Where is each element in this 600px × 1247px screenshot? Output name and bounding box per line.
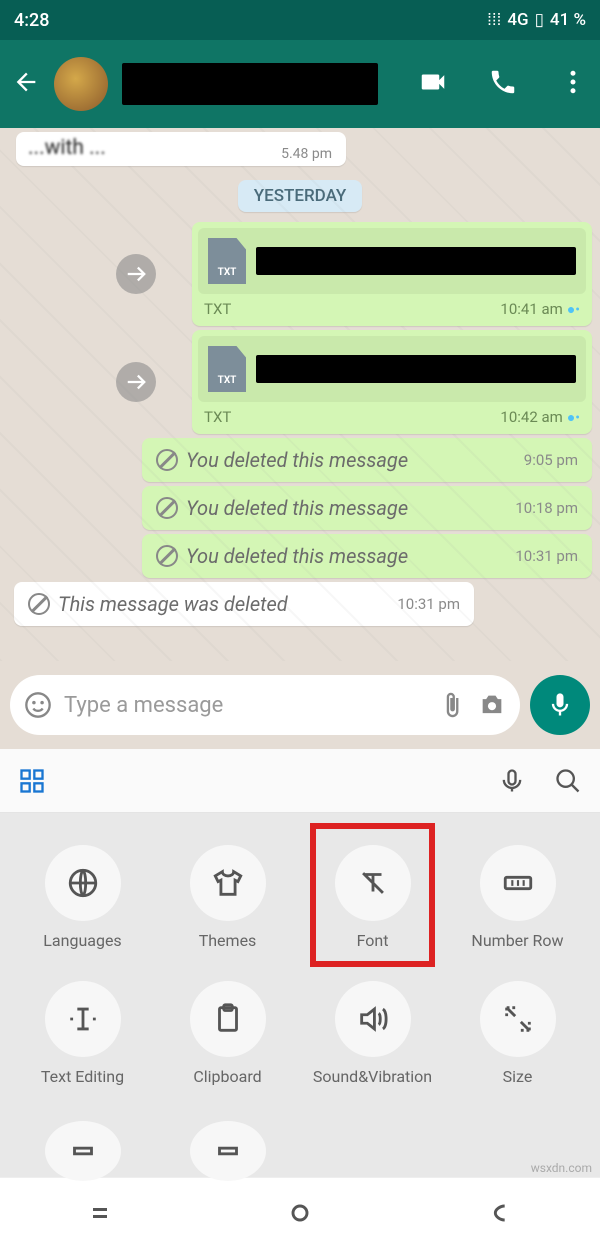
globe-icon (66, 866, 100, 900)
file-message[interactable]: TXT TXT 10:42 am ●• (192, 330, 592, 434)
file-ext: TXT (204, 408, 231, 426)
text-cursor-icon (66, 1002, 100, 1036)
back-button[interactable] (12, 68, 40, 100)
forward-button[interactable] (116, 362, 156, 402)
voice-type-icon[interactable] (498, 767, 526, 795)
outgoing-file-row: TXT TXT 10:42 am ●• (8, 330, 592, 434)
status-bar: 4:28 ⁞⁞⁞ 4G ▯ 41 % (0, 0, 600, 40)
keyboard-menu-icon[interactable] (18, 767, 46, 795)
resize-icon (501, 1002, 535, 1036)
status-right: ⁞⁞⁞ 4G ▯ 41 % (487, 10, 586, 30)
keyboard-settings-panel: Languages Themes Font Number Row Text Ed… (0, 813, 600, 1177)
attach-icon[interactable] (438, 691, 466, 719)
shirt-icon (211, 866, 245, 900)
status-time: 4:28 (14, 10, 49, 31)
input-placeholder: Type a message (64, 693, 426, 718)
kb-label: Sound&Vibration (313, 1067, 432, 1086)
nav-back[interactable] (486, 1199, 514, 1227)
highlight-box (310, 823, 435, 967)
prohibited-icon (156, 497, 178, 519)
txt-file-icon: TXT (208, 346, 246, 392)
file-message[interactable]: TXT TXT 10:41 am ●• (192, 222, 592, 326)
kb-more-1[interactable] (10, 1101, 155, 1161)
prohibited-icon (156, 545, 178, 567)
message-input-area: Type a message (0, 661, 600, 749)
keyboard-toolbar (0, 749, 600, 813)
nav-home[interactable] (286, 1199, 314, 1227)
signal-icon: ⁞⁞⁞ (487, 10, 501, 30)
kb-themes[interactable]: Themes (155, 829, 300, 965)
forward-button[interactable] (116, 254, 156, 294)
read-ticks-icon: ●• (567, 301, 580, 318)
menu-button[interactable] (558, 67, 588, 101)
mic-button[interactable] (530, 675, 590, 735)
kb-text-editing[interactable]: Text Editing (10, 965, 155, 1101)
watermark: wsxdn.com (531, 1161, 592, 1175)
search-icon[interactable] (554, 767, 582, 795)
file-name-redacted (256, 355, 576, 383)
navigation-bar (0, 1177, 600, 1247)
prohibited-icon (28, 593, 50, 615)
speaker-icon (356, 1002, 390, 1036)
number-row-icon (501, 866, 535, 900)
prohibited-icon (156, 449, 178, 471)
txt-file-icon: TXT (208, 238, 246, 284)
kb-sound[interactable]: Sound&Vibration (300, 965, 445, 1101)
battery-icon: ▯ (535, 10, 544, 30)
contact-avatar[interactable] (54, 57, 108, 111)
message-input[interactable]: Type a message (10, 675, 520, 735)
generic-icon (66, 1134, 100, 1168)
voice-call-button[interactable] (488, 67, 518, 101)
network-label: 4G (507, 10, 528, 30)
kb-label: Number Row (471, 931, 563, 950)
message-text: ...with ... (28, 136, 106, 160)
kb-clipboard[interactable]: Clipboard (155, 965, 300, 1101)
video-call-button[interactable] (418, 67, 448, 101)
kb-more-2[interactable] (155, 1101, 300, 1161)
kb-label: Text Editing (41, 1067, 124, 1086)
kb-label: Size (503, 1067, 533, 1086)
kb-label: Themes (199, 931, 257, 950)
kb-number-row[interactable]: Number Row (445, 829, 590, 965)
emoji-icon[interactable] (24, 691, 52, 719)
clipboard-icon (211, 1002, 245, 1036)
nav-recent[interactable] (86, 1199, 114, 1227)
message-time: 5.48 pm (281, 146, 332, 162)
read-ticks-icon: ●• (567, 409, 580, 426)
file-ext: TXT (204, 300, 231, 318)
file-name-redacted (256, 247, 576, 275)
kb-label: Clipboard (193, 1067, 261, 1086)
battery-level: 41 % (550, 10, 586, 30)
contact-name-redacted[interactable] (122, 63, 378, 105)
file-time: 10:42 am ●• (500, 408, 580, 426)
incoming-message[interactable]: ...with ... 5.48 pm (16, 132, 346, 166)
chat-header (0, 40, 600, 128)
chat-area: ...with ... 5.48 pm YESTERDAY TXT TXT 10… (0, 128, 600, 661)
kb-font[interactable]: Font (300, 829, 445, 965)
file-time: 10:41 am ●• (500, 300, 580, 318)
kb-size[interactable]: Size (445, 965, 590, 1101)
kb-languages[interactable]: Languages (10, 829, 155, 965)
outgoing-file-row: TXT TXT 10:41 am ●• (8, 222, 592, 326)
camera-icon[interactable] (478, 691, 506, 719)
kb-label: Languages (43, 931, 121, 950)
generic-icon (211, 1134, 245, 1168)
